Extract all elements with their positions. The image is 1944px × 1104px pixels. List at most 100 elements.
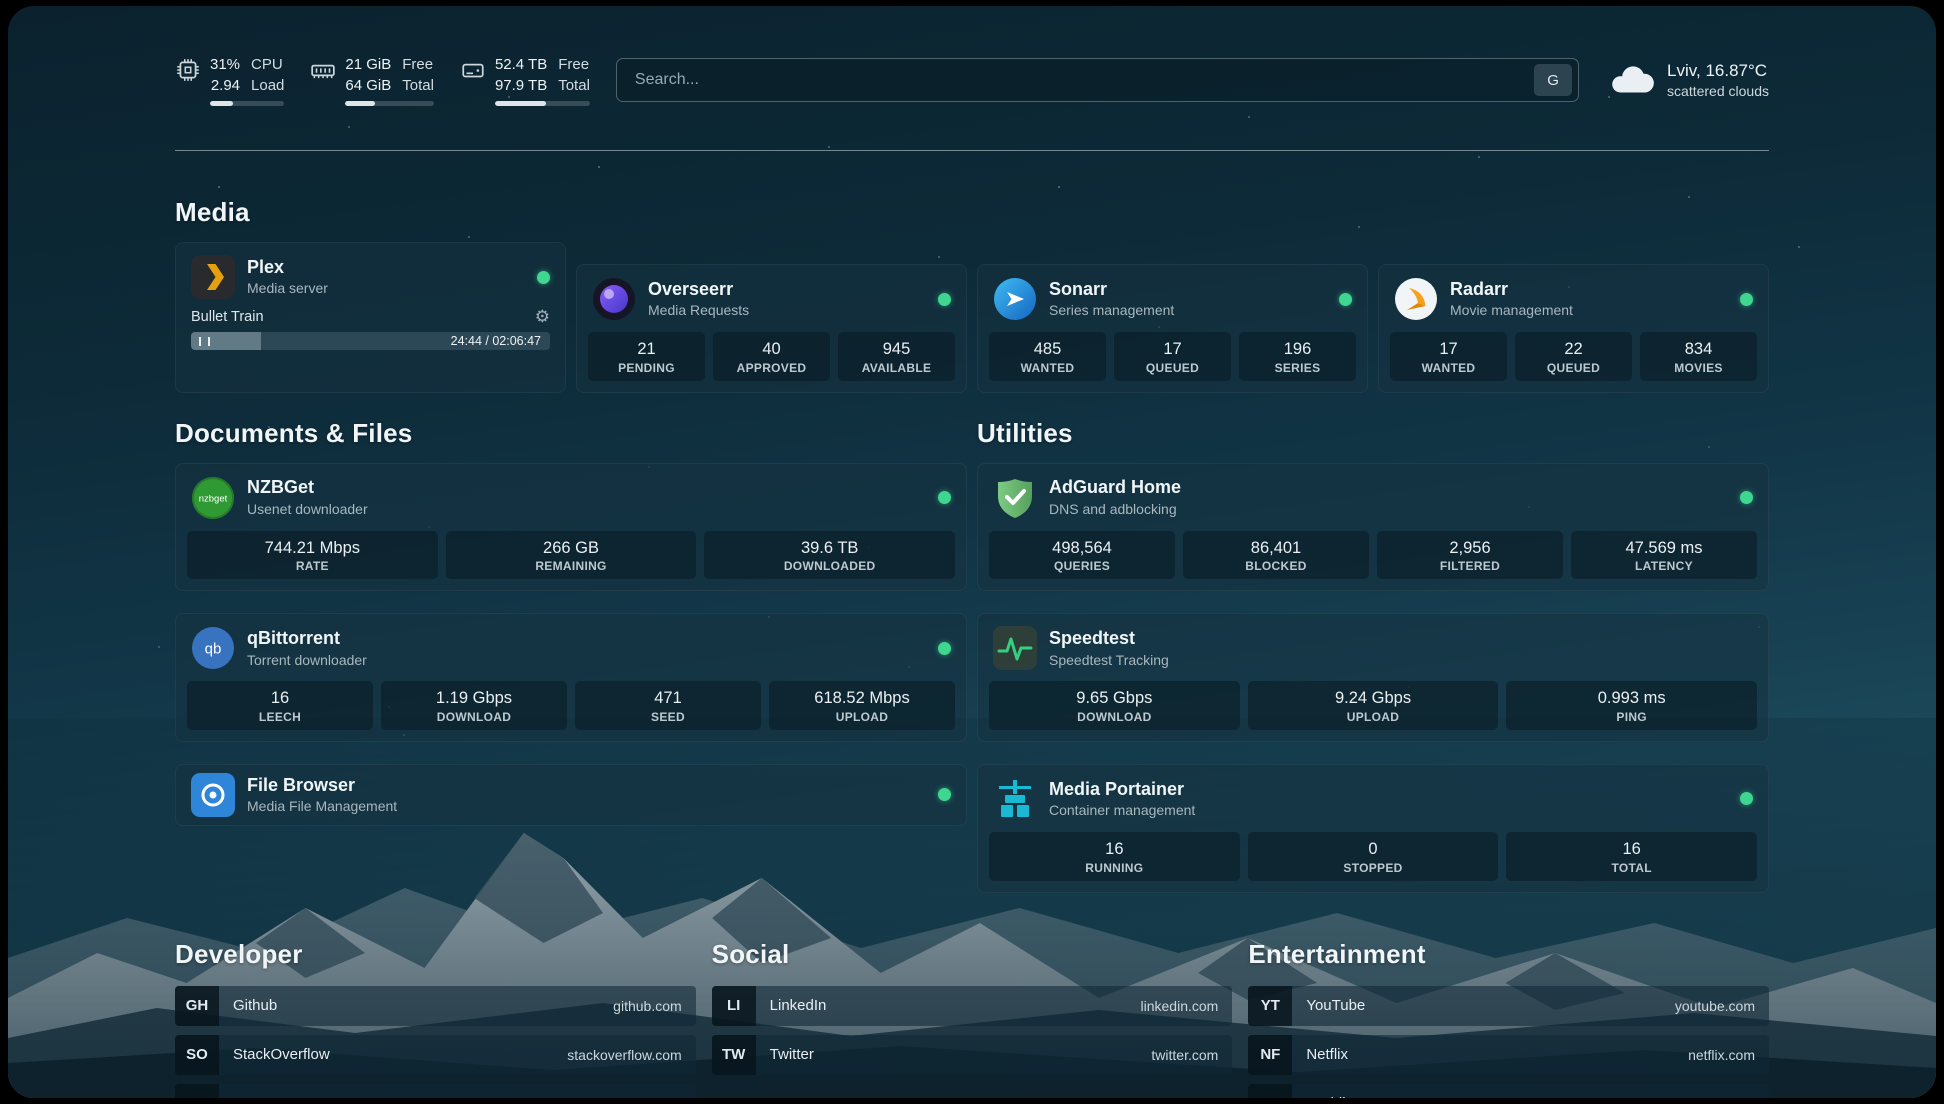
disk-total-value: 97.9 TB	[495, 75, 547, 96]
stat-label: LEECH	[191, 710, 369, 724]
overseerr-card[interactable]: Overseerr Media Requests 21 PENDING 40 A…	[576, 264, 967, 393]
memory-free-label: Free	[402, 54, 434, 75]
stat-value: 16	[191, 688, 369, 709]
weather-location: Lviv, 16.87°C	[1667, 60, 1769, 82]
stat-blocked: 86,401 BLOCKED	[1183, 531, 1369, 580]
bookmark-url: dev.to	[645, 1096, 696, 1099]
playback-progress-bar: 24:44 / 02:06:47	[191, 332, 550, 350]
stat-seed: 471 SEED	[575, 681, 761, 730]
stat-label: QUEUED	[1118, 361, 1227, 375]
cpu-widget: 31% 2.94 CPU Load	[175, 54, 284, 106]
stat-filtered: 2,956 FILTERED	[1377, 531, 1563, 580]
stat-value: 21	[592, 339, 701, 360]
bookmark-youtube[interactable]: YT YouTube youtube.com	[1248, 986, 1769, 1026]
status-dot	[1740, 293, 1753, 306]
filebrowser-card[interactable]: File Browser Media File Management	[175, 764, 967, 826]
service-name: Overseerr	[648, 279, 749, 301]
bookmark-stackoverflow[interactable]: SO StackOverflow stackoverflow.com	[175, 1035, 696, 1075]
stat-value: 471	[579, 688, 757, 709]
bookmark-url: youtube.com	[1675, 998, 1769, 1014]
stat-value: 16	[1510, 839, 1753, 860]
status-dot	[1740, 792, 1753, 805]
search-input[interactable]	[633, 70, 1534, 90]
stat-label: PENDING	[592, 361, 701, 375]
overseerr-icon	[592, 277, 636, 321]
memory-widget: 21 GiB 64 GiB Free Total	[310, 54, 434, 106]
stat-value: 744.21 Mbps	[191, 538, 434, 559]
nzbget-icon: nzbget	[191, 476, 235, 520]
svg-text:qb: qb	[205, 641, 222, 658]
stat-label: LATENCY	[1575, 559, 1753, 573]
cpu-load-label: Load	[251, 75, 284, 96]
dev-icon: DT	[175, 1084, 219, 1099]
service-name: Media Portainer	[1049, 779, 1195, 801]
ram-icon	[310, 57, 336, 83]
stat-running: 16 RUNNING	[989, 832, 1240, 881]
service-name: Speedtest	[1049, 628, 1169, 650]
plex-card[interactable]: Plex Media server Bullet Train ⚙ 24:44 /…	[175, 242, 566, 393]
stat-label: WANTED	[993, 361, 1102, 375]
disk-widget: 52.4 TB 97.9 TB Free Total	[460, 54, 590, 106]
bookmark-github[interactable]: GH Github github.com	[175, 986, 696, 1026]
stat-remaining: 266 GB REMAINING	[446, 531, 697, 580]
bookmark-twitter[interactable]: TW Twitter twitter.com	[712, 1035, 1233, 1075]
stat-label: SEED	[579, 710, 757, 724]
netflix-icon: NF	[1248, 1035, 1292, 1075]
search-provider-button[interactable]: G	[1534, 64, 1572, 96]
status-dot	[1740, 491, 1753, 504]
stat-label: UPLOAD	[773, 710, 951, 724]
stat-stopped: 0 STOPPED	[1248, 832, 1499, 881]
stat-available: 945 AVAILABLE	[838, 332, 955, 381]
qbittorrent-icon: qb	[191, 626, 235, 670]
cpu-percent-value: 31%	[210, 54, 240, 75]
stat-value: 22	[1519, 339, 1628, 360]
bookmark-dev[interactable]: DT DEV dev.to	[175, 1084, 696, 1099]
stat-label: QUERIES	[993, 559, 1171, 573]
stat-upload: 618.52 Mbps UPLOAD	[769, 681, 955, 730]
cpu-load-value: 2.94	[211, 75, 240, 96]
stat-upload: 9.24 Gbps UPLOAD	[1248, 681, 1499, 730]
service-name: AdGuard Home	[1049, 477, 1181, 499]
service-subtitle: Series management	[1049, 302, 1174, 319]
weather-widget: Lviv, 16.87°C scattered clouds	[1609, 60, 1769, 100]
stat-movies: 834 MOVIES	[1640, 332, 1757, 381]
cpu-label: CPU	[251, 54, 284, 75]
stat-queries: 498,564 QUERIES	[989, 531, 1175, 580]
stat-approved: 40 APPROVED	[713, 332, 830, 381]
service-subtitle: Usenet downloader	[247, 501, 368, 518]
search-bar[interactable]: G	[616, 58, 1579, 102]
svg-text:nzbget: nzbget	[199, 493, 228, 504]
bookmark-name: Github	[219, 997, 277, 1014]
portainer-card[interactable]: Media Portainer Container management 16 …	[977, 764, 1769, 893]
adguard-card[interactable]: AdGuard Home DNS and adblocking 498,564 …	[977, 463, 1769, 592]
bookmark-netflix[interactable]: NF Netflix netflix.com	[1248, 1035, 1769, 1075]
stat-value: 9.24 Gbps	[1252, 688, 1495, 709]
qbittorrent-card[interactable]: qb qBittorrent Torrent downloader 16 LEE…	[175, 613, 967, 742]
speedtest-card[interactable]: Speedtest Speedtest Tracking 9.65 Gbps D…	[977, 613, 1769, 742]
service-subtitle: Media Requests	[648, 302, 749, 319]
status-dot	[938, 788, 951, 801]
section-title-utilities: Utilities	[977, 418, 1769, 449]
bookmark-url: netflix.com	[1688, 1047, 1769, 1063]
portainer-icon	[993, 777, 1037, 821]
stackoverflow-icon: SO	[175, 1035, 219, 1075]
radarr-card[interactable]: Radarr Movie management 17 WANTED 22 QUE…	[1378, 264, 1769, 393]
now-playing: Bullet Train ⚙ 24:44 / 02:06:47	[176, 308, 565, 362]
bookmarks-entertainment: Entertainment YT YouTube youtube.com NF …	[1248, 939, 1769, 1099]
bookmark-linkedin[interactable]: LI LinkedIn linkedin.com	[712, 986, 1233, 1026]
bookmark-reddit[interactable]: RE Reddit reddit.com	[1248, 1084, 1769, 1099]
bookmark-name: YouTube	[1292, 997, 1365, 1014]
bookmark-name: LinkedIn	[756, 997, 827, 1014]
stat-label: APPROVED	[717, 361, 826, 375]
section-title-entertainment: Entertainment	[1248, 939, 1769, 970]
settings-gear-icon[interactable]: ⚙	[535, 308, 550, 325]
service-name: Radarr	[1450, 279, 1573, 301]
pause-button[interactable]	[199, 337, 210, 346]
nzbget-card[interactable]: nzbget NZBGet Usenet downloader 744.21 M…	[175, 463, 967, 592]
sonarr-card[interactable]: Sonarr Series management 485 WANTED 17 Q…	[977, 264, 1368, 393]
stat-label: AVAILABLE	[842, 361, 951, 375]
service-subtitle: Media File Management	[247, 798, 397, 815]
stat-wanted: 17 WANTED	[1390, 332, 1507, 381]
stat-pending: 21 PENDING	[588, 332, 705, 381]
stat-value: 47.569 ms	[1575, 538, 1753, 559]
